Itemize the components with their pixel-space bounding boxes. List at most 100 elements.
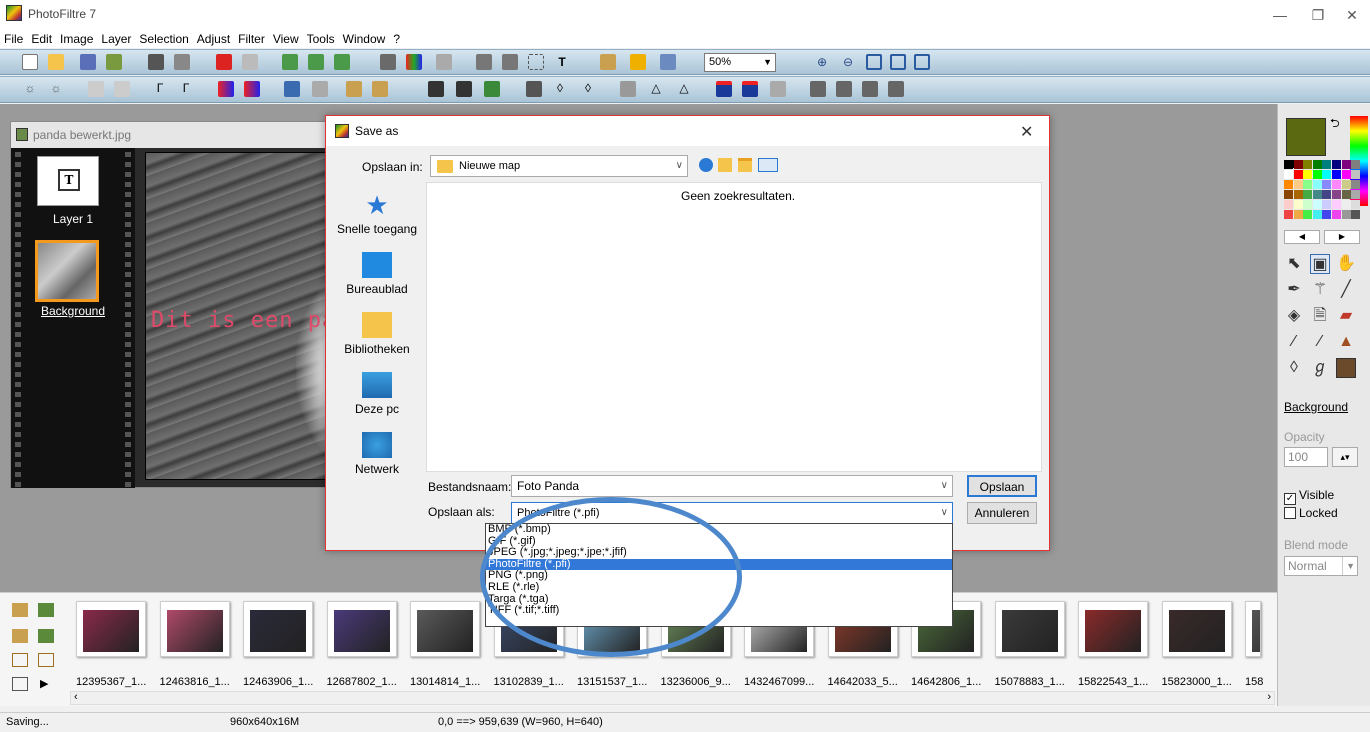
browser-nav-icon[interactable]	[38, 629, 54, 643]
close-window-button[interactable]: ✕	[1332, 4, 1370, 26]
opacity-input[interactable]: 100	[1284, 447, 1328, 467]
file-thumbnail[interactable]	[410, 601, 480, 657]
texture-icon[interactable]	[456, 81, 472, 97]
curves-icon[interactable]	[312, 81, 328, 97]
color-palette[interactable]	[1284, 160, 1362, 224]
saturation-down-icon[interactable]	[218, 81, 234, 97]
filename-input[interactable]: Foto Panda ∨	[511, 475, 953, 497]
palette-swatch[interactable]	[1322, 200, 1332, 209]
palette-swatch[interactable]	[1351, 190, 1361, 199]
menu-image[interactable]: Image	[56, 30, 97, 48]
transform-icon[interactable]	[770, 81, 786, 97]
zoom-select[interactable]: 50% ▼	[704, 53, 776, 72]
background-layer-thumbnail[interactable]	[35, 240, 99, 302]
menu-adjust[interactable]: Adjust	[193, 30, 234, 48]
palette-swatch[interactable]	[1341, 170, 1351, 179]
place-network[interactable]: Netwerk	[332, 432, 422, 476]
gamma-up-icon[interactable]: Γ	[178, 81, 194, 97]
palette-swatch[interactable]	[1341, 200, 1351, 209]
browser-nav-icon[interactable]	[12, 629, 28, 643]
up-folder-icon[interactable]	[718, 158, 732, 172]
file-thumbnail[interactable]	[994, 601, 1065, 657]
advanced-brush-icon[interactable]: ⁄	[1310, 332, 1330, 352]
frame-icon[interactable]	[716, 81, 732, 97]
dialog-close-button[interactable]: ✕	[1020, 122, 1033, 142]
border-icon[interactable]	[742, 81, 758, 97]
palette-swatch[interactable]	[1351, 170, 1361, 179]
foreground-color-swatch[interactable]	[1286, 118, 1326, 156]
palette-swatch[interactable]	[1312, 160, 1322, 169]
levels-icon[interactable]	[284, 81, 300, 97]
palette-swatch[interactable]	[1293, 180, 1303, 189]
brush-icon[interactable]: ⁄	[1284, 332, 1304, 352]
palette-swatch[interactable]	[1284, 160, 1293, 169]
palette-swatch[interactable]	[1332, 200, 1341, 209]
menu-file[interactable]: File	[0, 30, 27, 48]
filetype-option[interactable]: PNG (*.png)	[486, 570, 952, 582]
soften-icon[interactable]: △	[648, 81, 664, 97]
palette-swatch[interactable]	[1284, 170, 1293, 179]
view-menu-icon[interactable]	[758, 158, 778, 172]
color-icon[interactable]	[406, 54, 422, 70]
palette-swatch[interactable]	[1312, 180, 1322, 189]
file-thumbnail[interactable]	[326, 601, 397, 657]
layer-label[interactable]: Layer 1	[11, 212, 135, 226]
filetype-select[interactable]: PhotoFiltre (*.pfi) ∨	[511, 502, 953, 524]
palette-swatch[interactable]	[1322, 190, 1332, 199]
browser-nav-icon[interactable]	[12, 603, 28, 617]
palette-swatch[interactable]	[1293, 210, 1303, 219]
brightness-down-icon[interactable]: ☼	[22, 81, 38, 97]
gamma-down-icon[interactable]: Γ	[152, 81, 168, 97]
line-tool-icon[interactable]: ╱	[1336, 280, 1356, 300]
back-icon[interactable]	[699, 158, 713, 172]
selection-icon[interactable]	[528, 54, 544, 70]
palette-swatch[interactable]	[1312, 190, 1322, 199]
saturation-up-icon[interactable]	[244, 81, 260, 97]
file-thumbnail[interactable]	[243, 601, 313, 657]
palette-swatch[interactable]	[1341, 210, 1351, 219]
flip-vertical-icon[interactable]	[836, 81, 852, 97]
image-size-icon[interactable]	[476, 54, 492, 70]
browser-nav-icon[interactable]	[12, 653, 28, 667]
redo-icon[interactable]	[242, 54, 258, 70]
palette-swatch[interactable]	[1303, 190, 1313, 199]
grayscale-icon[interactable]	[380, 54, 396, 70]
menu-selection[interactable]: Selection	[135, 30, 192, 48]
locked-checkbox[interactable]: Locked	[1284, 506, 1338, 520]
palette-swatch[interactable]	[1284, 190, 1293, 199]
palette-swatch[interactable]	[1303, 170, 1313, 179]
layers-icon[interactable]	[600, 54, 616, 70]
contrast-up-icon[interactable]	[114, 81, 130, 97]
text-tool-icon[interactable]: T	[554, 54, 570, 70]
smudge-icon[interactable]: ℊ	[1310, 358, 1330, 378]
palette-swatch[interactable]	[1303, 160, 1313, 169]
palette-swatch[interactable]	[1341, 160, 1351, 169]
fullscreen-icon[interactable]	[914, 54, 930, 70]
file-thumbnail[interactable]	[1078, 601, 1148, 657]
zoom-out-icon[interactable]: ⊖	[840, 54, 856, 70]
auto-levels-icon[interactable]	[346, 81, 362, 97]
palette-swatch[interactable]	[1293, 200, 1303, 209]
palette-swatch[interactable]	[1322, 170, 1332, 179]
crop-icon[interactable]	[888, 81, 904, 97]
palette-swatch[interactable]	[1284, 210, 1293, 219]
noise-icon[interactable]	[620, 81, 636, 97]
menu-help[interactable]: ?	[389, 30, 404, 48]
filetype-option-selected[interactable]: PhotoFiltre (*.pfi)	[486, 558, 952, 571]
filetype-option[interactable]: TIFF (*.tif;*.tiff)	[486, 605, 952, 617]
file-thumbnail[interactable]	[1161, 601, 1232, 657]
paste-new-icon[interactable]	[334, 54, 350, 70]
palette-swatch[interactable]	[1322, 210, 1332, 219]
palette-swatch[interactable]	[1351, 180, 1361, 189]
menu-view[interactable]: View	[269, 30, 303, 48]
palette-swatch[interactable]	[1341, 190, 1351, 199]
spray-icon[interactable]: 🗎	[1310, 306, 1330, 326]
menu-window[interactable]: Window	[339, 30, 390, 48]
browser-nav-icon[interactable]	[38, 603, 54, 617]
fit-window-icon[interactable]	[866, 54, 882, 70]
place-libraries[interactable]: Bibliotheken	[332, 312, 422, 356]
palette-swatch[interactable]	[1322, 180, 1332, 189]
stamp-icon[interactable]: ▲	[1336, 332, 1356, 352]
file-list[interactable]: Geen zoekresultaten.	[426, 182, 1042, 472]
contrast-down-icon[interactable]	[88, 81, 104, 97]
